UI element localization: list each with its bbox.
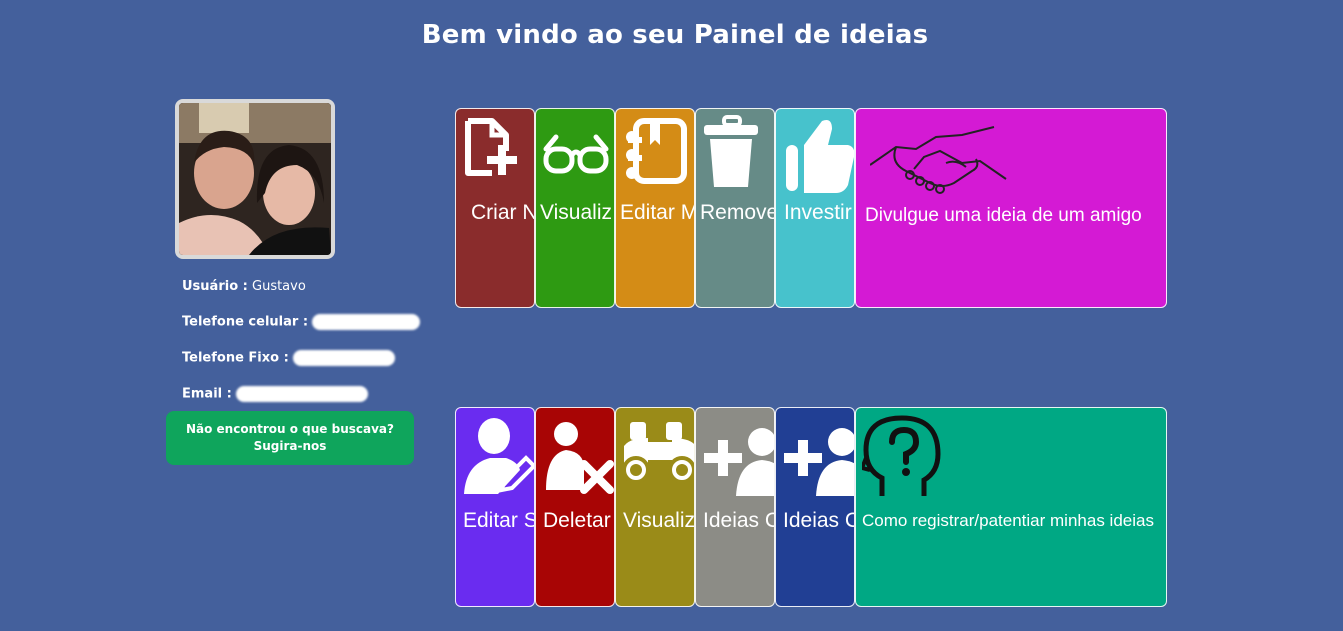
- delete-user-icon: [544, 420, 614, 498]
- email-label: Email :: [182, 386, 232, 402]
- page-title: Bem vindo ao seu Painel de ideias: [421, 20, 929, 50]
- avatar: [179, 103, 331, 255]
- edit-user-icon: [462, 414, 534, 498]
- tile-label: Investir: [784, 201, 852, 224]
- binoculars-icon: [620, 420, 694, 494]
- redacted-landline-phone: [292, 350, 395, 366]
- glasses-icon: [542, 115, 610, 183]
- redacted-mobile-phone: [312, 314, 421, 330]
- handshake-icon: [869, 123, 1010, 207]
- username-label: Usuário :: [182, 279, 248, 294]
- tile-label: Como registrar/patentiar minhas ideias: [862, 511, 1154, 530]
- tile-label: Deletar: [543, 509, 611, 532]
- notebook-icon: [622, 115, 690, 189]
- tile-label: Divulgue uma ideia de um amigo: [865, 205, 1142, 226]
- redacted-email: [235, 386, 368, 402]
- tile-invest[interactable]: Investir: [775, 108, 855, 308]
- tile-shared-ideas[interactable]: Ideias C: [695, 407, 775, 607]
- tile-label: Criar N: [471, 201, 535, 224]
- tile-remove-ideas[interactable]: Remove: [695, 108, 775, 308]
- tile-label: Ideias C: [703, 509, 775, 532]
- thumbs-up-icon: [782, 115, 854, 199]
- username-row: Usuário : Gustavo: [182, 279, 306, 294]
- tile-view-ideas[interactable]: Visualiz: [535, 108, 615, 308]
- tile-label: Editar M: [620, 201, 695, 224]
- head-question-icon: [859, 414, 942, 502]
- tile-label: Editar S: [463, 509, 535, 532]
- add-users-icon: [782, 426, 854, 500]
- tile-share-friend-idea[interactable]: Divulgue uma ideia de um amigo: [855, 108, 1167, 308]
- email-row: Email :: [182, 386, 368, 402]
- suggest-button-line1: Não encontrou o que buscava?: [185, 422, 394, 436]
- tile-delete-account[interactable]: Deletar: [535, 407, 615, 607]
- tile-edit-ideas[interactable]: Editar M: [615, 108, 695, 308]
- new-file-icon: [462, 115, 524, 183]
- landline-phone-label: Telefone Fixo :: [182, 350, 289, 366]
- mobile-phone-label: Telefone celular :: [182, 314, 309, 330]
- tile-edit-profile[interactable]: Editar S: [455, 407, 535, 607]
- trash-icon: [702, 115, 770, 193]
- username-value: Gustavo: [252, 279, 306, 294]
- tile-label: Visualiz: [540, 201, 612, 224]
- tile-create-idea[interactable]: Criar N: [455, 108, 535, 308]
- suggest-button[interactable]: Não encontrou o que buscava? Sugira-nos: [166, 411, 414, 465]
- profile-photo: [175, 99, 335, 259]
- landline-phone-row: Telefone Fixo :: [182, 350, 395, 366]
- tile-label: Visualiz: [623, 509, 695, 532]
- tile-register-patent[interactable]: Como registrar/patentiar minhas ideias: [855, 407, 1167, 607]
- tile-collaborative-ideas[interactable]: Ideias C: [775, 407, 855, 607]
- add-users-icon: [702, 426, 774, 500]
- mobile-phone-row: Telefone celular :: [182, 314, 421, 330]
- tile-label: Ideias C: [783, 509, 855, 532]
- tile-view-profile[interactable]: Visualiz: [615, 407, 695, 607]
- tile-label: Remove: [700, 201, 775, 224]
- suggest-button-line2: Sugira-nos: [253, 439, 327, 453]
